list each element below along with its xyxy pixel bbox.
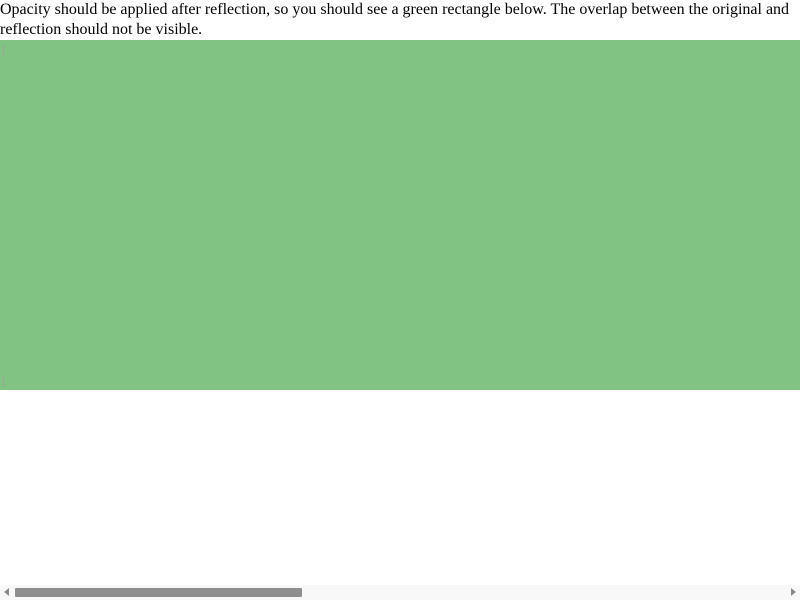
green-rectangle: ] ] — [0, 40, 800, 390]
horizontal-scrollbar[interactable] — [0, 585, 800, 600]
reflection-glyph-bottom: ] — [1, 373, 5, 387]
instruction-text: Opacity should be applied after reflecti… — [0, 1, 790, 38]
scrollbar-thumb[interactable] — [15, 588, 302, 597]
scroll-right-arrow-icon[interactable] — [791, 588, 796, 596]
reflection-glyph-top: ] — [1, 43, 5, 57]
scroll-left-arrow-icon[interactable] — [4, 588, 9, 596]
